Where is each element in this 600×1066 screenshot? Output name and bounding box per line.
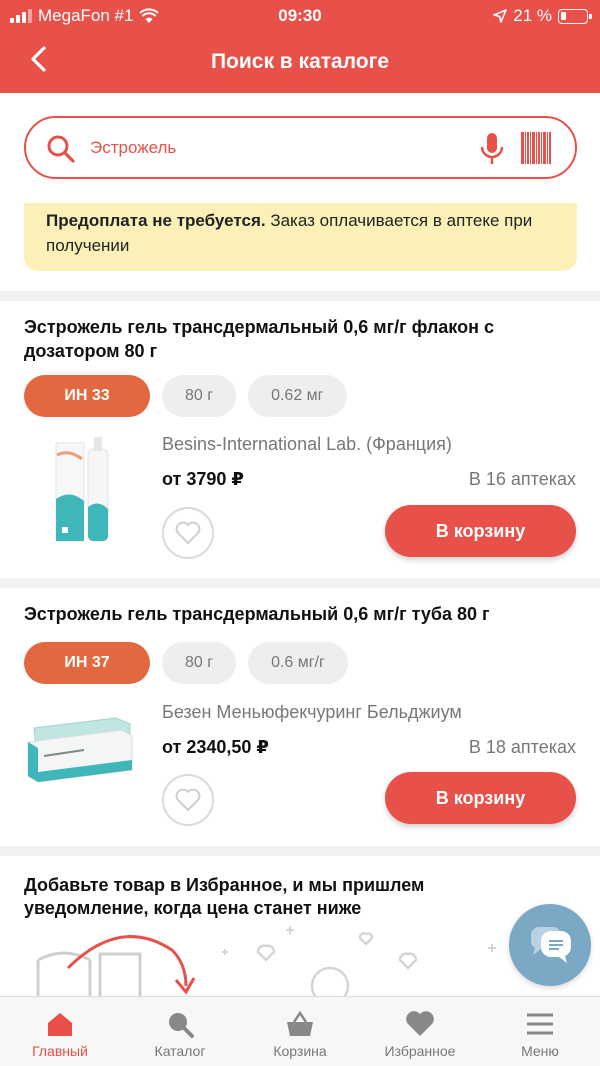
- search-input[interactable]: [90, 130, 450, 166]
- product-price: от 3790 ₽: [162, 469, 244, 489]
- tab-favorites[interactable]: Избранное: [360, 997, 480, 1066]
- microphone-icon[interactable]: [479, 132, 505, 166]
- product-maker: Безен Меньюфекчуринг Бельджиум: [162, 702, 462, 722]
- battery-icon: [558, 8, 592, 24]
- product-image[interactable]: [24, 704, 136, 784]
- search-area: [0, 93, 600, 203]
- product-name[interactable]: Эстрожель гель трансдермальный 0,6 мг/г …: [24, 602, 574, 626]
- chip-dosage[interactable]: 0.62 мг: [248, 375, 347, 417]
- product-availability[interactable]: В 18 аптеках: [469, 737, 576, 758]
- product-card[interactable]: Эстрожель гель трансдермальный 0,6 мг/г …: [0, 301, 600, 578]
- catalog-search-icon: [169, 1013, 194, 1038]
- barcode-scanner-icon[interactable]: [521, 132, 551, 164]
- tab-label: Главный: [32, 1043, 88, 1059]
- heart-outline-icon: [175, 788, 201, 811]
- heart-outline-icon: [175, 521, 201, 544]
- product-chips: ИН 37 80 г 0.6 мг/г: [24, 642, 348, 684]
- chip-volume[interactable]: 80 г: [162, 375, 237, 417]
- tab-label: Каталог: [154, 1043, 206, 1059]
- favorite-button[interactable]: [162, 774, 214, 826]
- prepayment-notice: Предоплата не требуется. Заказ оплачивае…: [24, 203, 577, 271]
- product-image[interactable]: [24, 429, 136, 544]
- tab-home[interactable]: Главный: [0, 997, 120, 1066]
- tab-label: Меню: [521, 1043, 559, 1059]
- product-price: от 2340,50 ₽: [162, 737, 269, 757]
- notice-area: Предоплата не требуется. Заказ оплачивае…: [0, 203, 600, 291]
- add-to-cart-button[interactable]: В корзину: [385, 505, 576, 557]
- product-name[interactable]: Эстрожель гель трансдермальный 0,6 мг/г …: [24, 315, 574, 363]
- location-arrow-icon: [493, 9, 508, 23]
- heart-icon: [406, 1011, 434, 1036]
- add-to-cart-button[interactable]: В корзину: [385, 772, 576, 824]
- product-card[interactable]: Эстрожель гель трансдермальный 0,6 мг/г …: [0, 588, 600, 846]
- notice-bold: Предоплата не требуется.: [46, 211, 266, 230]
- battery-percent: 21 %: [513, 6, 552, 25]
- promo-text: Добавьте товар в Избранное, и мы пришлем…: [24, 875, 425, 918]
- product-maker: Besins-International Lab. (Франция): [162, 434, 452, 454]
- home-icon: [48, 1013, 72, 1036]
- tab-label: Корзина: [273, 1043, 327, 1059]
- menu-icon: [527, 1013, 553, 1035]
- top-bar: MegaFon #1 09:30 21 % Поиск в каталоге: [0, 0, 600, 93]
- tab-bar: Главный Каталог Корзина Избранное Меню: [0, 996, 600, 1066]
- product-availability[interactable]: В 16 аптеках: [469, 469, 576, 490]
- tab-label: Избранное: [384, 1043, 456, 1059]
- tab-cart[interactable]: Корзина: [240, 997, 360, 1066]
- chip-volume[interactable]: 80 г: [162, 642, 237, 684]
- chat-button[interactable]: [509, 904, 591, 986]
- page-title: Поиск в каталоге: [210, 50, 390, 73]
- favorites-promo: Добавьте товар в Избранное, и мы пришлем…: [0, 856, 600, 996]
- chip-in[interactable]: ИН 33: [24, 375, 150, 417]
- chip-dosage[interactable]: 0.6 мг/г: [248, 642, 348, 684]
- tab-menu[interactable]: Меню: [480, 997, 600, 1066]
- chip-in[interactable]: ИН 37: [24, 642, 150, 684]
- product-chips: ИН 33 80 г 0.62 мг: [24, 375, 347, 417]
- favorite-button[interactable]: [162, 507, 214, 559]
- chat-bubble-icon: [530, 927, 571, 963]
- search-box[interactable]: [24, 116, 577, 179]
- search-icon: [47, 135, 75, 163]
- status-bar: MegaFon #1 09:30 21 %: [0, 0, 600, 32]
- tab-catalog[interactable]: Каталог: [120, 997, 240, 1066]
- basket-icon: [287, 1010, 313, 1036]
